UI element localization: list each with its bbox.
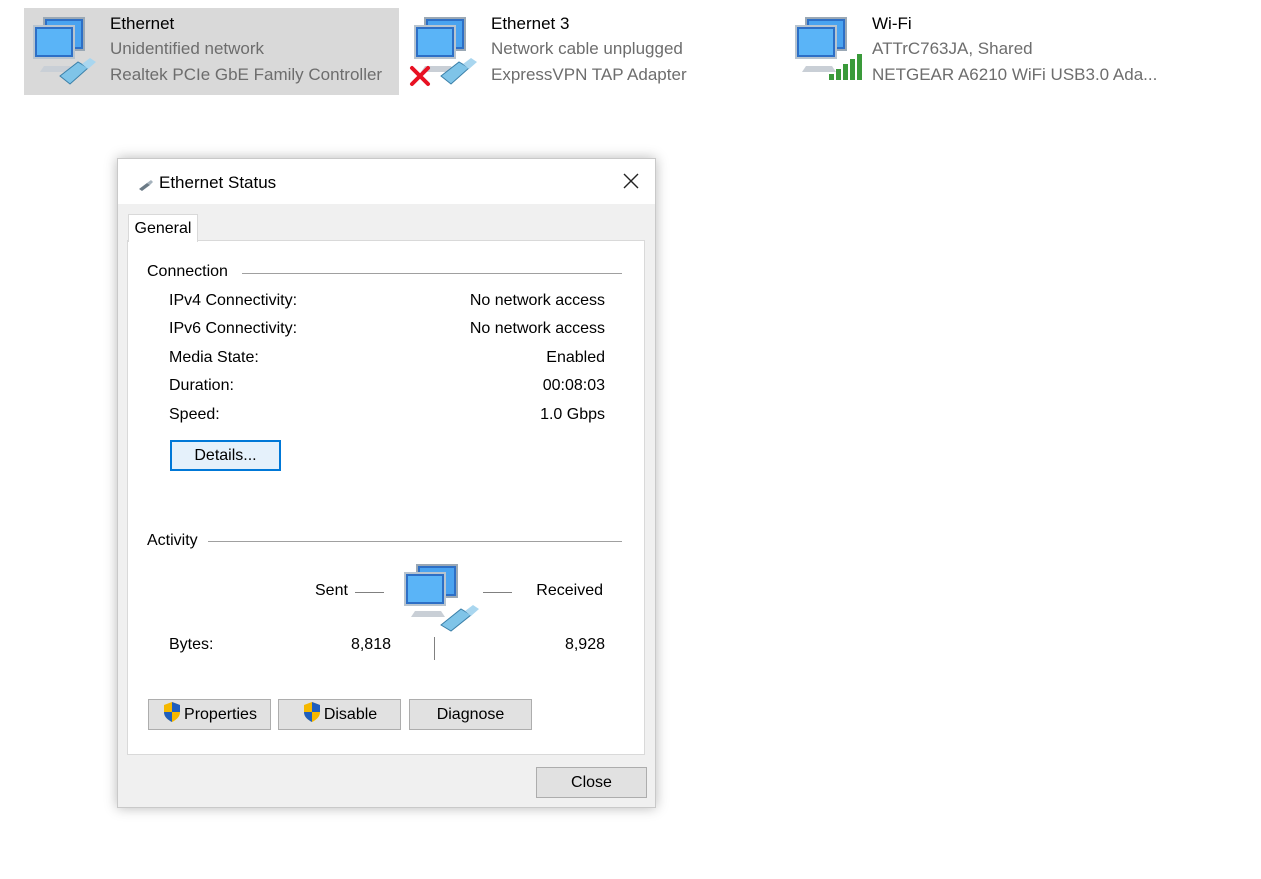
ipv4-label: IPv4 Connectivity:: [169, 292, 298, 309]
network-adapter-icon: [405, 8, 485, 95]
adapter-ethernet[interactable]: Ethernet Unidentified network Realtek PC…: [24, 8, 399, 95]
network-activity-icon: [404, 564, 479, 632]
wifi-adapter-icon: [786, 8, 866, 95]
connection-heading: Connection: [147, 263, 234, 281]
sent-dash: [355, 592, 384, 593]
close-icon[interactable]: [617, 167, 645, 195]
ipv6-label: IPv6 Connectivity:: [169, 320, 298, 337]
details-button[interactable]: Details...: [170, 440, 281, 471]
adapter-device: ExpressVPN TAP Adapter: [491, 65, 687, 84]
activity-heading: Activity: [147, 532, 204, 550]
speed-label: Speed:: [169, 406, 220, 423]
sent-label: Sent: [315, 582, 348, 599]
diagnose-button[interactable]: Diagnose: [409, 699, 532, 730]
disconnected-x-icon: [410, 66, 430, 86]
tab-general[interactable]: General: [128, 214, 198, 242]
media-state-value: Enabled: [546, 349, 605, 366]
ethernet-cable-icon: [139, 180, 153, 191]
adapter-name: Ethernet: [110, 14, 175, 33]
ipv4-value: No network access: [469, 292, 605, 309]
general-panel: Connection IPv4 Connectivity: No network…: [127, 240, 645, 755]
properties-button[interactable]: Properties: [148, 699, 271, 730]
adapter-name: Wi-Fi: [872, 14, 912, 33]
uac-shield-icon: [162, 701, 182, 728]
disable-label: Disable: [323, 705, 378, 723]
dialog-titlebar[interactable]: Ethernet Status: [118, 159, 655, 204]
bytes-sent-value: 8,818: [350, 636, 391, 653]
adapter-device: NETGEAR A6210 WiFi USB3.0 Ada...: [872, 65, 1158, 84]
adapter-name: Ethernet 3: [491, 14, 570, 33]
duration-label: Duration:: [169, 377, 234, 394]
close-button[interactable]: Close: [536, 767, 647, 798]
network-adapter-icon: [24, 8, 104, 95]
adapter-status: Network cable unplugged: [491, 39, 683, 58]
signal-bars-icon: [829, 54, 862, 80]
received-label: Received: [536, 582, 603, 599]
media-state-label: Media State:: [169, 349, 259, 366]
connection-divider: [242, 273, 622, 274]
dialog-title: Ethernet Status: [159, 173, 277, 192]
bytes-label: Bytes:: [169, 636, 214, 653]
adapter-device: Realtek PCIe GbE Family Controller: [110, 65, 383, 84]
received-dash: [483, 592, 512, 593]
ipv6-value: No network access: [469, 320, 605, 337]
activity-divider: [208, 541, 622, 542]
disable-button[interactable]: Disable: [278, 699, 401, 730]
bytes-separator: [434, 637, 435, 660]
speed-value: 1.0 Gbps: [540, 406, 605, 423]
adapter-status: Unidentified network: [110, 39, 265, 58]
adapter-wifi[interactable]: Wi-Fi ATTrC763JA, Shared NETGEAR A6210 W…: [786, 8, 1161, 95]
uac-shield-icon: [302, 701, 322, 728]
adapter-ethernet-3[interactable]: Ethernet 3 Network cable unplugged Expre…: [405, 8, 780, 95]
properties-label: Properties: [184, 705, 257, 723]
ethernet-status-dialog: Ethernet Status General Connection IPv4 …: [117, 158, 656, 808]
adapter-status: ATTrC763JA, Shared: [872, 39, 1033, 58]
duration-value: 00:08:03: [542, 377, 605, 394]
bytes-received-value: 8,928: [564, 636, 605, 653]
